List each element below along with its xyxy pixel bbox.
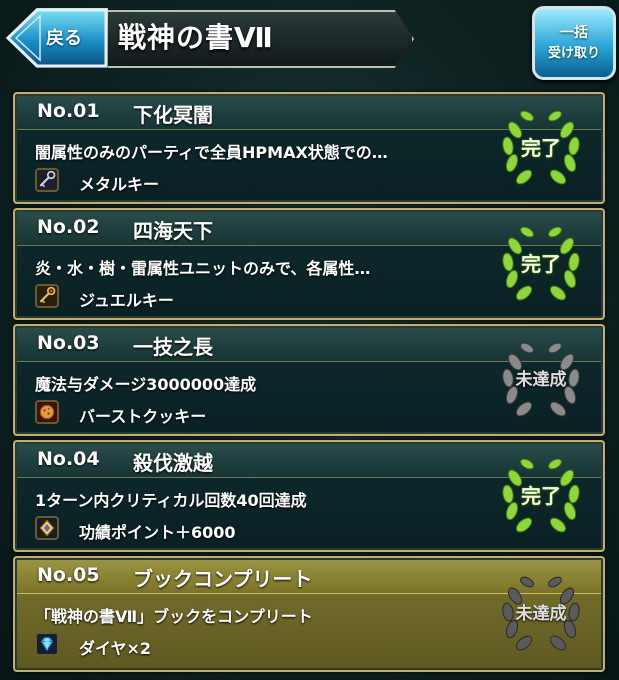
- status-label: 完了: [521, 136, 561, 160]
- mission-number: No.02: [37, 216, 100, 238]
- reward-name: メタルキー: [79, 175, 160, 194]
- mission-card[interactable]: No.03 一技之長 魔法与ダメージ3000000達成 バーストクッキー 未達成: [13, 324, 605, 436]
- metal-key-icon: [35, 168, 59, 192]
- reward-name: 功績ポイント＋6000: [79, 523, 236, 542]
- burst-cookie-icon: [35, 400, 59, 424]
- mission-title: 下化冥闇: [133, 103, 213, 127]
- mission-number: No.01: [37, 100, 100, 122]
- page-title: 戦神の書Ⅶ: [118, 21, 274, 54]
- mission-title: ブックコンプリート: [133, 567, 313, 591]
- mission-title: 四海天下: [133, 219, 213, 243]
- status-label: 未達成: [515, 604, 567, 624]
- mission-description: 炎・水・樹・雷属性ユニットのみで、各属性…: [35, 259, 371, 278]
- mission-title: 一技之長: [133, 335, 213, 359]
- mission-number: No.03: [37, 332, 100, 354]
- mission-card-highlighted[interactable]: No.05 ブックコンプリート 「戦神の書Ⅶ」ブックをコンプリート ダイヤ×2 …: [13, 556, 605, 672]
- mission-number: No.04: [37, 448, 100, 470]
- status-badge: 未達成: [495, 334, 587, 426]
- mission-description: 1ターン内クリティカル回数40回達成: [35, 491, 307, 510]
- mission-number: No.05: [37, 564, 100, 586]
- mission-description: 闇属性のみのパーティで全員HPMAX状態での…: [35, 143, 388, 162]
- diamond-icon: [35, 632, 59, 656]
- header: 戦神の書Ⅶ 戻る 一括 受け取り: [0, 0, 619, 90]
- back-button[interactable]: 戻る: [6, 8, 108, 68]
- merit-point-icon: [35, 516, 59, 540]
- status-badge: 完了: [495, 218, 587, 310]
- jewel-key-icon: [35, 284, 59, 308]
- back-button-label: 戻る: [46, 28, 82, 49]
- mission-card[interactable]: No.02 四海天下 炎・水・樹・雷属性ユニットのみで、各属性… ジュエルキー …: [13, 208, 605, 320]
- mission-description: 「戦神の書Ⅶ」ブックをコンプリート: [35, 607, 313, 626]
- bulk-receive-label-line2: 受け取り: [547, 46, 600, 61]
- reward-name: ジュエルキー: [79, 291, 174, 310]
- status-label: 完了: [521, 252, 561, 276]
- mission-title: 殺伐激越: [133, 451, 213, 475]
- status-badge: 完了: [495, 102, 587, 194]
- mission-description: 魔法与ダメージ3000000達成: [35, 375, 257, 394]
- bulk-receive-button[interactable]: 一括 受け取り: [532, 6, 616, 80]
- status-badge: 未達成: [495, 568, 587, 660]
- reward-name: バーストクッキー: [79, 407, 207, 426]
- reward-name: ダイヤ×2: [79, 639, 152, 658]
- bulk-receive-label-line1: 一括: [560, 25, 588, 41]
- mission-card[interactable]: No.01 下化冥闇 闇属性のみのパーティで全員HPMAX状態での… メタルキー…: [13, 92, 605, 204]
- status-badge: 完了: [495, 450, 587, 542]
- status-label: 完了: [521, 484, 561, 508]
- status-label: 未達成: [515, 370, 567, 390]
- mission-card[interactable]: No.04 殺伐激越 1ターン内クリティカル回数40回達成 功績ポイント＋600…: [13, 440, 605, 552]
